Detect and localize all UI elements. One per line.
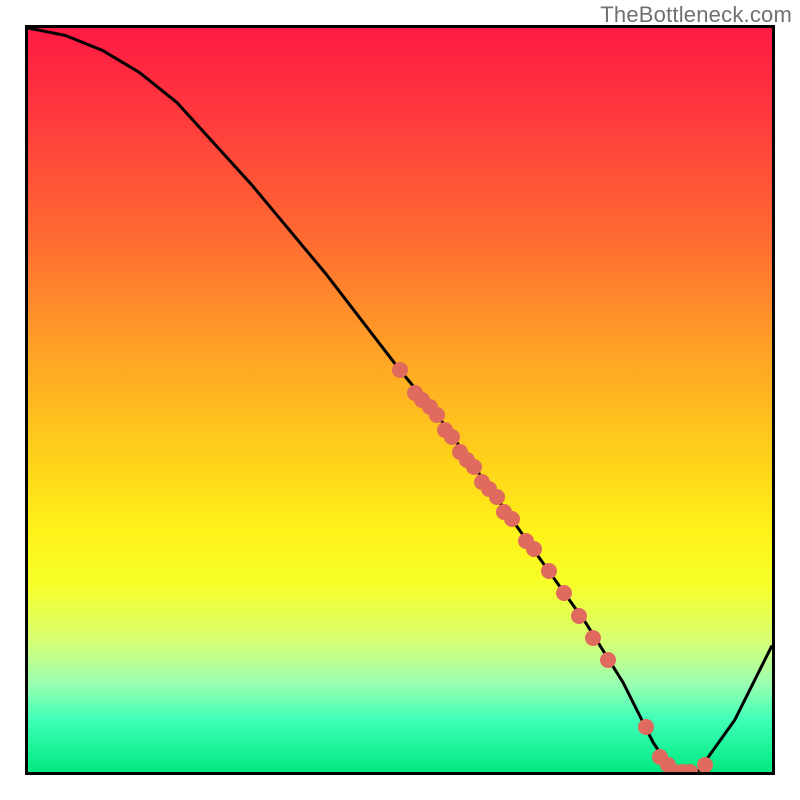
data-marker	[504, 511, 520, 527]
plot-area	[25, 25, 775, 775]
data-marker	[526, 541, 542, 557]
data-marker	[697, 757, 713, 773]
data-marker	[541, 563, 557, 579]
data-marker	[571, 608, 587, 624]
data-marker	[489, 489, 505, 505]
data-marker	[638, 719, 654, 735]
watermark-label: TheBottleneck.com	[600, 2, 792, 28]
data-marker	[429, 407, 445, 423]
curve-svg	[28, 28, 772, 772]
chart-canvas: TheBottleneck.com	[0, 0, 800, 800]
curve-path	[28, 28, 772, 772]
data-marker	[682, 764, 698, 775]
